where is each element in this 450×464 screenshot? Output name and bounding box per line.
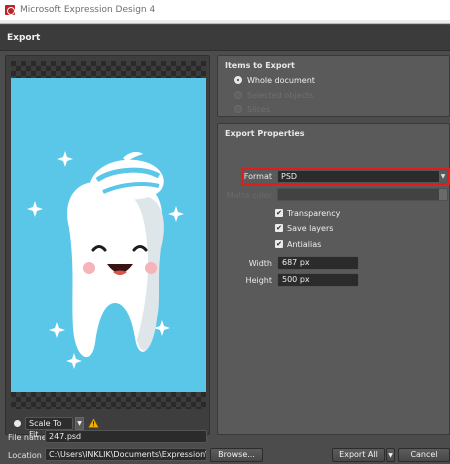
checkbox-label: Save layers — [287, 223, 334, 233]
file-name-input[interactable]: 247.psd — [45, 430, 207, 443]
zoom-controls: Scale To Fit ▼ — [14, 416, 99, 439]
titlebar-divider — [0, 20, 450, 24]
window-titlebar: Microsoft Expression Design 4 — [0, 0, 450, 20]
export-dialog: Export Scale To Fit ▼ Items to Export Wh… — [0, 25, 450, 464]
format-label: Format — [243, 172, 272, 181]
checkmark-icon[interactable]: ✔ — [275, 224, 283, 232]
preview-artboard — [11, 78, 206, 392]
chevron-down-icon: ▼ — [439, 171, 447, 182]
preview-frame — [11, 61, 206, 409]
dialog-title: Export — [7, 33, 41, 43]
height-label: Height — [245, 276, 272, 285]
export-all-button[interactable]: Export All — [332, 448, 385, 462]
radio-button[interactable] — [234, 105, 242, 113]
warning-icon — [88, 418, 99, 428]
expression-design-app-icon — [5, 5, 15, 15]
radio-slices[interactable]: Slices — [234, 103, 270, 115]
matte-color-swatch — [439, 189, 447, 200]
radio-label: Whole document — [247, 75, 315, 85]
sparkle-icon — [57, 151, 73, 167]
checkbox-transparency[interactable]: ✔ Transparency — [275, 207, 340, 219]
window-title: Microsoft Expression Design 4 — [20, 5, 156, 15]
matte-color-label: Matte color — [226, 191, 272, 200]
transparency-checker-top — [11, 61, 206, 78]
radio-label: Slices — [247, 104, 271, 114]
format-select[interactable]: PSD ▼ — [277, 170, 448, 183]
location-input[interactable]: C:\Users\INKLIK\Documents\Expression\ — [45, 448, 207, 461]
location-label: Location — [8, 451, 42, 460]
cancel-button[interactable]: Cancel — [398, 448, 450, 462]
export-properties-panel: Export Properties Format PSD ▼ Matte col… — [217, 123, 450, 435]
sparkle-icon — [49, 322, 65, 338]
checkbox-save-layers[interactable]: ✔ Save layers — [275, 222, 333, 234]
sparkle-icon — [66, 353, 82, 369]
height-input[interactable]: 500 px — [277, 273, 359, 287]
sparkle-icon — [27, 201, 43, 217]
export-properties-title: Export Properties — [225, 129, 305, 138]
preview-panel: Scale To Fit ▼ — [5, 55, 210, 439]
zoom-radio[interactable] — [14, 419, 21, 427]
dialog-header: Export — [0, 25, 450, 51]
matte-color-field[interactable] — [277, 188, 448, 201]
radio-button[interactable] — [234, 91, 242, 99]
checkbox-label: Transparency — [287, 208, 341, 218]
format-value: PSD — [281, 172, 298, 181]
radio-label: Selected objects — [247, 90, 314, 100]
width-input[interactable]: 687 px — [277, 256, 359, 270]
checkmark-icon[interactable]: ✔ — [275, 209, 283, 217]
transparency-checker-bottom — [11, 392, 206, 409]
browse-button[interactable]: Browse... — [210, 448, 263, 462]
items-to-export-title: Items to Export — [225, 61, 295, 70]
checkbox-label: Antialias — [287, 239, 322, 249]
chevron-down-icon[interactable]: ▼ — [75, 416, 84, 430]
zoom-select[interactable]: Scale To Fit — [25, 416, 73, 439]
radio-selected-objects[interactable]: Selected objects — [234, 89, 313, 101]
width-label: Width — [248, 259, 272, 268]
items-to-export-panel: Items to Export Whole document Selected … — [217, 55, 450, 117]
export-all-dropdown[interactable]: ▼ — [386, 448, 395, 462]
checkbox-antialias[interactable]: ✔ Antialias — [275, 238, 321, 250]
checkmark-icon[interactable]: ✔ — [275, 240, 283, 248]
file-name-label: File name — [8, 433, 47, 442]
radio-button[interactable] — [234, 76, 242, 84]
radio-whole-document[interactable]: Whole document — [234, 74, 315, 86]
tooth-illustration — [27, 151, 184, 369]
sparkle-icon — [168, 206, 184, 222]
